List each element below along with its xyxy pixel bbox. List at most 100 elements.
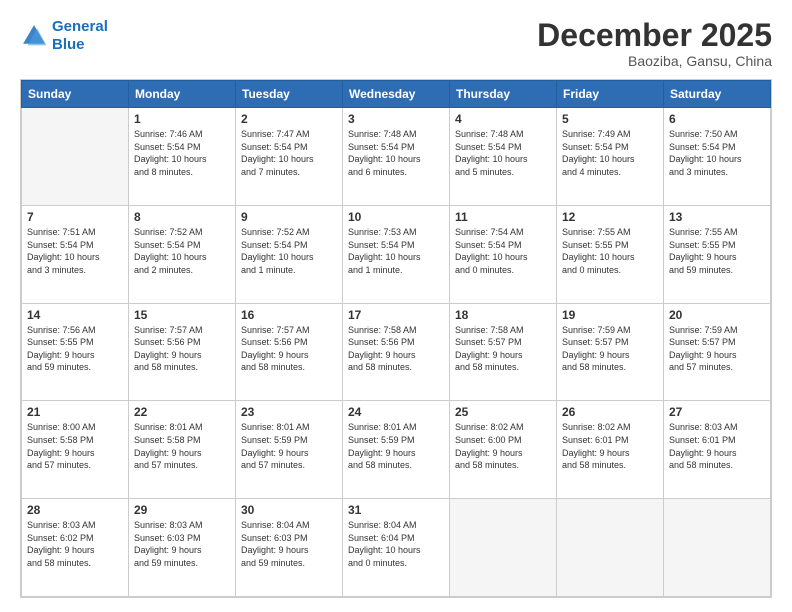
day-number: 23 [241,405,337,419]
day-info: Sunrise: 8:01 AM Sunset: 5:59 PM Dayligh… [348,421,444,471]
calendar-cell: 31 Sunrise: 8:04 AM Sunset: 6:04 PM Dayli… [343,499,450,597]
day-number: 16 [241,308,337,322]
logo-icon [20,22,48,50]
day-number: 10 [348,210,444,224]
calendar-cell: 22 Sunrise: 8:01 AM Sunset: 5:58 PM Dayli… [129,401,236,499]
day-info: Sunrise: 8:03 AM Sunset: 6:02 PM Dayligh… [27,519,123,569]
day-number: 5 [562,112,658,126]
day-number: 3 [348,112,444,126]
day-info: Sunrise: 8:02 AM Sunset: 6:00 PM Dayligh… [455,421,551,471]
day-info: Sunrise: 7:51 AM Sunset: 5:54 PM Dayligh… [27,226,123,276]
day-number: 8 [134,210,230,224]
day-info: Sunrise: 7:53 AM Sunset: 5:54 PM Dayligh… [348,226,444,276]
day-number: 2 [241,112,337,126]
day-number: 17 [348,308,444,322]
calendar-cell: 12 Sunrise: 7:55 AM Sunset: 5:55 PM Dayli… [557,205,664,303]
day-number: 11 [455,210,551,224]
day-number: 15 [134,308,230,322]
calendar-cell: 1 Sunrise: 7:46 AM Sunset: 5:54 PM Daylig… [129,108,236,206]
day-info: Sunrise: 8:01 AM Sunset: 5:59 PM Dayligh… [241,421,337,471]
calendar-cell: 10 Sunrise: 7:53 AM Sunset: 5:54 PM Dayli… [343,205,450,303]
calendar-cell: 14Sunrise: 7:56 AM Sunset: 5:55 PM Dayli… [22,303,129,401]
day-number: 21 [27,405,123,419]
calendar-body: 1 Sunrise: 7:46 AM Sunset: 5:54 PM Daylig… [22,108,771,597]
logo-line1: General [52,18,108,35]
day-info: Sunrise: 7:59 AM Sunset: 5:57 PM Dayligh… [562,324,658,374]
day-info: Sunrise: 7:58 AM Sunset: 5:57 PM Dayligh… [455,324,551,374]
calendar-cell: 25Sunrise: 8:02 AM Sunset: 6:00 PM Dayli… [450,401,557,499]
day-info: Sunrise: 8:01 AM Sunset: 5:58 PM Dayligh… [134,421,230,471]
day-info: Sunrise: 8:00 AM Sunset: 5:58 PM Dayligh… [27,421,123,471]
calendar-cell: 11Sunrise: 7:54 AM Sunset: 5:54 PM Dayli… [450,205,557,303]
day-info: Sunrise: 7:59 AM Sunset: 5:57 PM Dayligh… [669,324,765,374]
calendar-cell: 16Sunrise: 7:57 AM Sunset: 5:56 PM Dayli… [236,303,343,401]
day-info: Sunrise: 7:52 AM Sunset: 5:54 PM Dayligh… [241,226,337,276]
calendar-cell: 2 Sunrise: 7:47 AM Sunset: 5:54 PM Daylig… [236,108,343,206]
calendar: SundayMondayTuesdayWednesdayThursdayFrid… [20,79,772,598]
weekday-header: Thursday [450,81,557,108]
day-number: 28 [27,503,123,517]
logo-text: General Blue [52,18,108,54]
calendar-cell: 26Sunrise: 8:02 AM Sunset: 6:01 PM Dayli… [557,401,664,499]
calendar-cell: 17 Sunrise: 7:58 AM Sunset: 5:56 PM Dayli… [343,303,450,401]
calendar-header: SundayMondayTuesdayWednesdayThursdayFrid… [22,81,771,108]
weekday-header: Wednesday [343,81,450,108]
day-info: Sunrise: 7:48 AM Sunset: 5:54 PM Dayligh… [348,128,444,178]
day-info: Sunrise: 7:46 AM Sunset: 5:54 PM Dayligh… [134,128,230,178]
day-number: 1 [134,112,230,126]
weekday-header: Saturday [664,81,771,108]
day-number: 29 [134,503,230,517]
calendar-cell: 23 Sunrise: 8:01 AM Sunset: 5:59 PM Dayli… [236,401,343,499]
calendar-cell: 19 Sunrise: 7:59 AM Sunset: 5:57 PM Dayli… [557,303,664,401]
day-info: Sunrise: 7:58 AM Sunset: 5:56 PM Dayligh… [348,324,444,374]
calendar-cell: 7 Sunrise: 7:51 AM Sunset: 5:54 PM Daylig… [22,205,129,303]
day-info: Sunrise: 7:47 AM Sunset: 5:54 PM Dayligh… [241,128,337,178]
logo-line2: Blue [52,36,85,53]
day-number: 9 [241,210,337,224]
calendar-cell [22,108,129,206]
day-info: Sunrise: 7:52 AM Sunset: 5:54 PM Dayligh… [134,226,230,276]
day-info: Sunrise: 8:02 AM Sunset: 6:01 PM Dayligh… [562,421,658,471]
day-info: Sunrise: 7:55 AM Sunset: 5:55 PM Dayligh… [669,226,765,276]
calendar-cell: 13 Sunrise: 7:55 AM Sunset: 5:55 PM Dayli… [664,205,771,303]
header: General Blue December 2025 Baoziba, Gans… [20,18,772,69]
day-number: 18 [455,308,551,322]
day-info: Sunrise: 7:49 AM Sunset: 5:54 PM Dayligh… [562,128,658,178]
day-info: Sunrise: 8:04 AM Sunset: 6:04 PM Dayligh… [348,519,444,569]
day-number: 31 [348,503,444,517]
calendar-week-row: 28 Sunrise: 8:03 AM Sunset: 6:02 PM Dayli… [22,499,771,597]
calendar-cell: 18 Sunrise: 7:58 AM Sunset: 5:57 PM Dayli… [450,303,557,401]
day-number: 14 [27,308,123,322]
weekday-header: Friday [557,81,664,108]
day-number: 24 [348,405,444,419]
weekday-row: SundayMondayTuesdayWednesdayThursdayFrid… [22,81,771,108]
day-number: 27 [669,405,765,419]
calendar-table: SundayMondayTuesdayWednesdayThursdayFrid… [21,80,771,597]
calendar-cell: 5 Sunrise: 7:49 AM Sunset: 5:54 PM Daylig… [557,108,664,206]
title-block: December 2025 Baoziba, Gansu, China [537,18,772,69]
day-info: Sunrise: 7:55 AM Sunset: 5:55 PM Dayligh… [562,226,658,276]
day-number: 12 [562,210,658,224]
calendar-week-row: 21 Sunrise: 8:00 AM Sunset: 5:58 PM Dayli… [22,401,771,499]
day-number: 22 [134,405,230,419]
calendar-week-row: 14Sunrise: 7:56 AM Sunset: 5:55 PM Dayli… [22,303,771,401]
weekday-header: Sunday [22,81,129,108]
day-number: 20 [669,308,765,322]
day-number: 13 [669,210,765,224]
calendar-cell: 6 Sunrise: 7:50 AM Sunset: 5:54 PM Daylig… [664,108,771,206]
day-info: Sunrise: 7:48 AM Sunset: 5:54 PM Dayligh… [455,128,551,178]
day-number: 7 [27,210,123,224]
calendar-cell [557,499,664,597]
calendar-cell [664,499,771,597]
calendar-cell [450,499,557,597]
day-number: 6 [669,112,765,126]
calendar-cell: 8 Sunrise: 7:52 AM Sunset: 5:54 PM Daylig… [129,205,236,303]
page: General Blue December 2025 Baoziba, Gans… [0,0,792,612]
day-info: Sunrise: 8:03 AM Sunset: 6:01 PM Dayligh… [669,421,765,471]
logo: General Blue [20,18,108,54]
day-info: Sunrise: 7:50 AM Sunset: 5:54 PM Dayligh… [669,128,765,178]
calendar-cell: 4Sunrise: 7:48 AM Sunset: 5:54 PM Daylig… [450,108,557,206]
day-number: 19 [562,308,658,322]
calendar-cell: 21 Sunrise: 8:00 AM Sunset: 5:58 PM Dayli… [22,401,129,499]
day-info: Sunrise: 8:04 AM Sunset: 6:03 PM Dayligh… [241,519,337,569]
